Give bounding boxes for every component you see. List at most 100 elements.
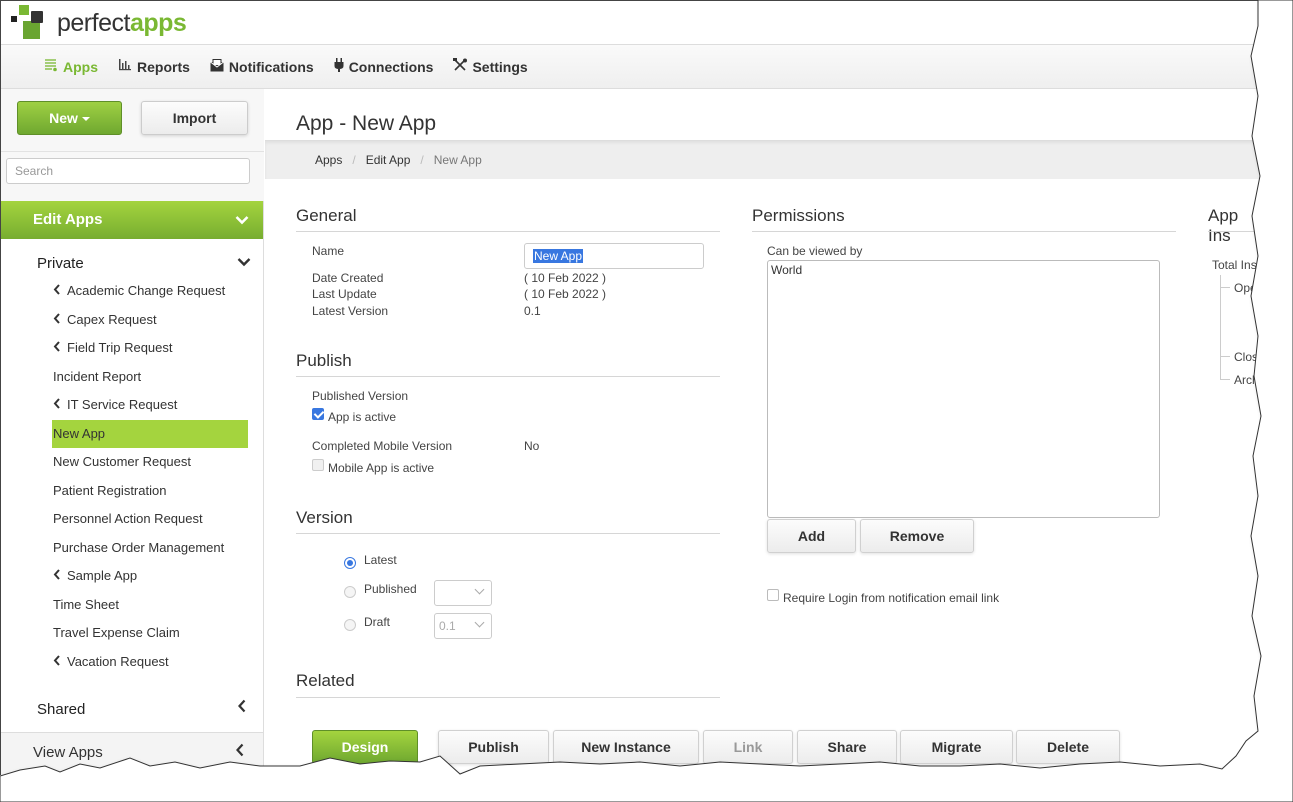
new-instance-button[interactable]: New Instance: [553, 730, 699, 764]
published-version-select[interactable]: [434, 580, 492, 606]
envelope-icon: [210, 58, 224, 75]
chevron-left-icon[interactable]: [53, 334, 67, 363]
sidebar-app-item[interactable]: Time Sheet: [52, 591, 248, 620]
add-viewer-button[interactable]: Add: [767, 519, 856, 553]
related-divider: [296, 697, 720, 698]
archived-instances-label[interactable]: Archi: [1234, 373, 1261, 387]
mobile-active-checkbox[interactable]: [312, 459, 324, 471]
instances-divider: [1208, 231, 1262, 232]
sidebar-app-item[interactable]: Academic Change Request: [52, 277, 248, 306]
version-draft-radio[interactable]: [344, 619, 356, 631]
remove-viewer-button[interactable]: Remove: [860, 519, 974, 553]
sidebar-app-item-label: Capex Request: [67, 311, 157, 327]
publish-section-title: Publish: [296, 351, 352, 370]
version-published-label: Published: [364, 582, 417, 596]
sidebar-search-area: [1, 151, 264, 201]
closed-instances-label[interactable]: Close: [1234, 350, 1262, 364]
chevron-left-icon: [237, 699, 247, 718]
nav-apps[interactable]: Apps: [44, 58, 98, 75]
nav-apps-label: Apps: [63, 58, 98, 75]
sidebar-app-item[interactable]: Purchase Order Management: [52, 534, 248, 563]
shared-group-header[interactable]: Shared: [37, 699, 251, 718]
nav-notifications-label: Notifications: [228, 58, 314, 75]
date-created-value: ( 10 Feb 2022 ): [524, 271, 607, 285]
latest-version-label: Latest Version: [312, 304, 389, 318]
breadcrumb-apps[interactable]: Apps: [315, 153, 342, 167]
sidebar-app-item[interactable]: New Customer Request: [52, 448, 248, 477]
sidebar-app-item-label: Time Sheet: [53, 596, 119, 612]
design-button[interactable]: Design: [312, 730, 418, 764]
app-active-label: App is active: [328, 410, 397, 424]
breadcrumb: Apps / Edit App / New App: [315, 153, 482, 167]
app-active-checkbox[interactable]: [312, 408, 324, 420]
nav-settings-label: Settings: [472, 58, 528, 75]
private-label: Private: [37, 255, 84, 272]
chevron-left-icon[interactable]: [53, 562, 67, 591]
sidebar-app-item[interactable]: Personnel Action Request: [52, 505, 248, 534]
new-button[interactable]: New: [17, 101, 122, 135]
migrate-button[interactable]: Migrate: [900, 730, 1013, 764]
sidebar-app-item[interactable]: Field Trip Request: [52, 334, 248, 363]
sidebar-app-item[interactable]: Vacation Request: [52, 648, 248, 677]
delete-button[interactable]: Delete: [1016, 730, 1120, 764]
chevron-down-icon: [237, 255, 251, 270]
sidebar-app-item[interactable]: Capex Request: [52, 306, 248, 335]
nav-connections[interactable]: Connections: [334, 58, 433, 75]
sidebar-app-item[interactable]: Incident Report: [52, 363, 248, 392]
sidebar-app-item-label: IT Service Request: [67, 397, 178, 412]
chevron-down-icon: [235, 201, 249, 239]
main-nav: Apps Reports Notifications Connections S…: [1, 45, 1262, 89]
share-button[interactable]: Share: [797, 730, 897, 764]
sidebar-app-item-label: Sample App: [67, 568, 138, 583]
edit-apps-header[interactable]: Edit Apps: [1, 201, 263, 239]
last-update-value: ( 10 Feb 2022 ): [524, 287, 607, 301]
require-login-checkbox[interactable]: [767, 589, 779, 601]
sidebar-app-item-label: Incident Report: [53, 368, 142, 384]
breadcrumb-separator: /: [420, 153, 424, 167]
version-published-radio[interactable]: [344, 586, 356, 598]
version-draft-label: Draft: [364, 615, 391, 629]
open-instances-label[interactable]: Open: [1234, 281, 1262, 295]
nav-notifications[interactable]: Notifications: [210, 58, 314, 75]
logo[interactable]: perfectapps: [11, 5, 187, 41]
logo-mark-icon: [11, 5, 53, 41]
chevron-left-icon[interactable]: [53, 306, 67, 335]
chevron-left-icon[interactable]: [53, 391, 67, 420]
private-group-header[interactable]: Private: [37, 255, 251, 272]
require-login-label: Require Login from notification email li…: [783, 591, 1000, 605]
permissions-section-title: Permissions: [752, 206, 845, 225]
chevron-left-icon: [235, 733, 245, 773]
draft-version-select[interactable]: 0.1: [434, 613, 492, 639]
viewers-listbox[interactable]: World: [767, 260, 1160, 518]
chevron-left-icon[interactable]: [53, 648, 67, 677]
publish-button[interactable]: Publish: [438, 730, 549, 764]
sidebar-app-item-label: Personnel Action Request: [53, 511, 203, 526]
breadcrumb-current: New App: [433, 153, 482, 167]
link-button[interactable]: Link: [703, 730, 793, 764]
sidebar-app-item-label: Vacation Request: [67, 653, 169, 669]
main-content: App - New App Apps / Edit App / New App …: [265, 89, 1262, 775]
chevron-down-icon: [474, 584, 485, 595]
chevron-left-icon[interactable]: [53, 277, 67, 306]
sidebar-app-item[interactable]: IT Service Request: [52, 391, 248, 420]
breadcrumb-edit-app[interactable]: Edit App: [366, 153, 411, 167]
import-button[interactable]: Import: [141, 101, 248, 135]
sidebar-app-item[interactable]: Patient Registration: [52, 477, 248, 506]
latest-version-value: 0.1: [524, 304, 541, 318]
name-input[interactable]: New App: [524, 243, 704, 269]
sidebar-app-item-label: New App: [53, 425, 106, 441]
sidebar-app-item[interactable]: New App: [52, 419, 248, 448]
nav-settings[interactable]: Settings: [453, 58, 528, 75]
name-input-value: New App: [533, 249, 584, 263]
sidebar-app-item[interactable]: Travel Expense Claim: [52, 619, 248, 648]
version-section-title: Version: [296, 508, 353, 527]
version-latest-radio[interactable]: [344, 557, 356, 569]
sidebar-app-item-label: Academic Change Request: [67, 283, 226, 298]
view-apps-header[interactable]: View Apps: [1, 732, 263, 775]
related-section-title: Related: [296, 671, 355, 690]
nav-reports[interactable]: Reports: [118, 58, 190, 75]
viewer-item[interactable]: World: [771, 263, 1156, 277]
app-window: perfectapps Apps Reports Notifications C…: [0, 0, 1262, 775]
sidebar-app-item[interactable]: Sample App: [52, 562, 248, 591]
search-input[interactable]: [6, 158, 250, 184]
